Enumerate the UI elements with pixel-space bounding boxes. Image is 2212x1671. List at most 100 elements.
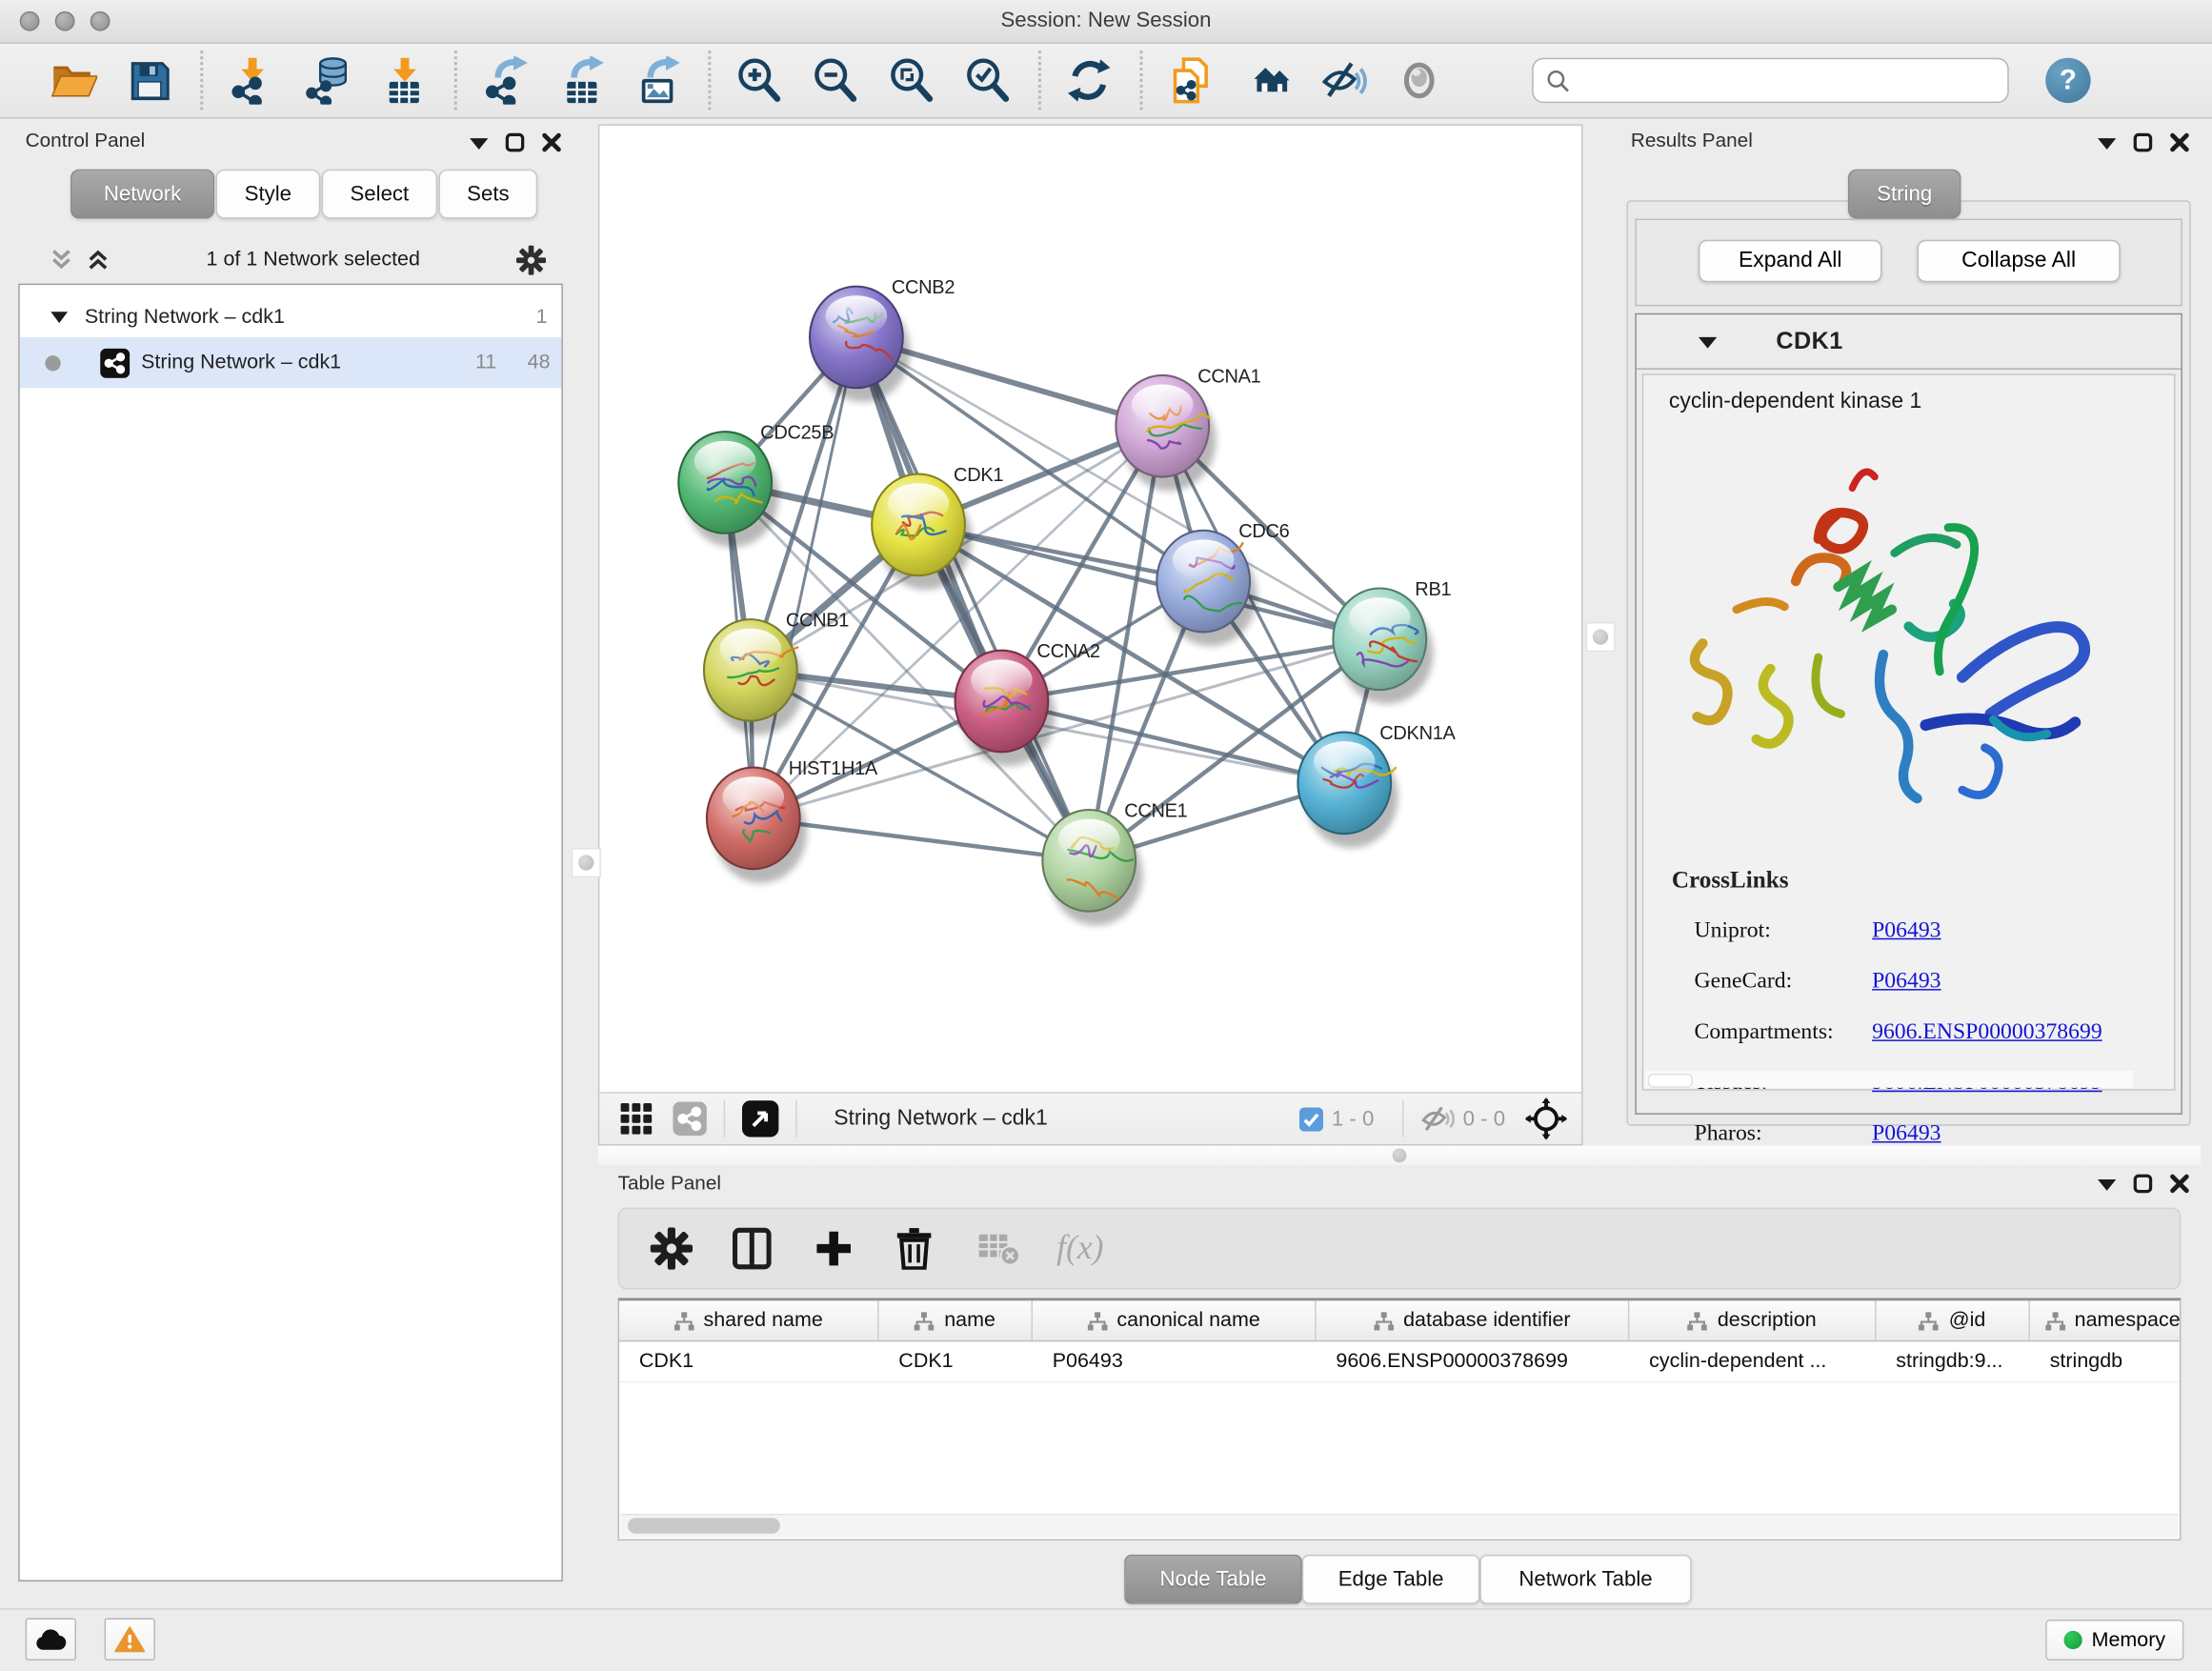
tab-string-results[interactable]: String (1848, 170, 1961, 219)
zoom-out-button[interactable] (806, 50, 868, 111)
memory-button[interactable]: Memory (2045, 1620, 2184, 1661)
apply-style-refresh-button[interactable] (1059, 50, 1121, 111)
zoom-selected-button[interactable] (958, 50, 1020, 111)
grid-thumbnails-icon[interactable] (619, 1102, 654, 1137)
gene-header[interactable]: CDK1 (1637, 314, 2182, 370)
collection-expander-icon[interactable] (50, 311, 68, 323)
cloud-status-button[interactable] (26, 1619, 76, 1661)
network-node-RB1[interactable]: RB1 (1333, 579, 1451, 704)
minimize-window-button[interactable] (55, 11, 75, 31)
tab-sets[interactable]: Sets (439, 170, 538, 219)
zoom-fit-button[interactable] (882, 50, 944, 111)
table-options-button[interactable] (648, 1224, 695, 1272)
export-network-button[interactable] (475, 50, 537, 111)
scrollbar-thumb[interactable] (628, 1518, 780, 1533)
export-image-button[interactable] (628, 50, 690, 111)
show-columns-button[interactable] (730, 1224, 777, 1272)
zoom-in-button[interactable] (730, 50, 792, 111)
crosslink-link[interactable]: P06493 (1872, 918, 1941, 944)
float-panel-icon[interactable] (2133, 132, 2153, 152)
right-splitter-handle[interactable] (1585, 622, 1615, 652)
column-header--id[interactable]: @id (1877, 1300, 2030, 1339)
gene-details-scrollbar[interactable] (1645, 1071, 2133, 1088)
help-button[interactable]: ? (2045, 58, 2090, 103)
network-node-CDKN1A[interactable]: CDKN1A (1297, 723, 1456, 848)
detach-view-icon[interactable] (742, 1100, 779, 1137)
network-canvas[interactable]: CCNB2CCNA1CDC25BCDK1CDC6RB1CCNB1CCNA2CDK… (599, 126, 1581, 1092)
table-cell[interactable]: cyclin-dependent ... (1629, 1341, 1876, 1380)
warnings-button[interactable] (105, 1619, 155, 1661)
column-header-database-identifier[interactable]: database identifier (1317, 1300, 1630, 1339)
network-node-CDK1[interactable]: CDK1 (872, 465, 1003, 590)
string-copy-network-button[interactable] (1161, 50, 1223, 111)
import-network-button[interactable] (221, 50, 283, 111)
collapse-panel-icon[interactable] (2098, 136, 2116, 149)
tab-select[interactable]: Select (322, 170, 437, 219)
close-panel-icon[interactable] (542, 132, 562, 152)
network-node-CCNA1[interactable]: CCNA1 (1116, 366, 1260, 491)
network-node-CCNB2[interactable]: CCNB2 (810, 277, 955, 402)
table-cell[interactable]: CDK1 (879, 1341, 1033, 1380)
table-cell[interactable]: stringdb (2030, 1341, 2181, 1380)
tab-edge-table[interactable]: Edge Table (1302, 1555, 1480, 1604)
crosslink-link[interactable]: P06493 (1872, 969, 1941, 995)
left-splitter-handle[interactable] (572, 848, 601, 877)
expand-all-networks-icon[interactable] (50, 249, 73, 272)
tab-network[interactable]: Network (70, 170, 214, 219)
create-column-button[interactable] (811, 1224, 858, 1272)
function-builder-button[interactable]: f(x) (1056, 1230, 1103, 1268)
network-node-CCNA2[interactable]: CCNA2 (955, 641, 1100, 766)
table-cell[interactable]: 9606.ENSP00000378699 (1317, 1341, 1630, 1380)
table-cell[interactable]: P06493 (1033, 1341, 1317, 1380)
network-node-HIST1H1A[interactable]: HIST1H1A (707, 758, 878, 883)
network-edge[interactable] (856, 337, 1089, 860)
network-collection-row[interactable]: String Network – cdk1 1 (20, 296, 562, 337)
column-header-description[interactable]: description (1629, 1300, 1876, 1339)
hide-unhide-button[interactable] (1314, 50, 1376, 111)
birdseye-crosshair-icon[interactable] (1525, 1097, 1567, 1139)
column-header-namespace[interactable]: namespace (2030, 1300, 2181, 1339)
float-panel-icon[interactable] (2133, 1174, 2153, 1194)
table-horizontal-scrollbar[interactable] (621, 1514, 2179, 1538)
network-edge[interactable] (754, 337, 856, 818)
selected-checkbox-icon[interactable] (1299, 1107, 1323, 1131)
delete-table-button-disabled[interactable] (975, 1224, 1022, 1272)
show-all-networks-button[interactable] (1237, 50, 1299, 111)
column-header-name[interactable]: name (879, 1300, 1033, 1339)
close-panel-icon[interactable] (2170, 132, 2190, 152)
collapse-all-networks-icon[interactable] (86, 249, 110, 272)
table-cell[interactable]: CDK1 (619, 1341, 878, 1380)
delete-column-button[interactable] (893, 1224, 940, 1272)
network-badge-gray-icon[interactable] (673, 1102, 707, 1137)
zoom-window-button[interactable] (90, 11, 111, 31)
network-node-CCNB1[interactable]: CCNB1 (704, 611, 849, 735)
column-header-shared-name[interactable]: shared name (619, 1300, 878, 1339)
export-table-button[interactable] (552, 50, 613, 111)
collapse-panel-icon[interactable] (470, 136, 488, 149)
import-database-button[interactable] (297, 50, 359, 111)
tab-node-table[interactable]: Node Table (1124, 1555, 1302, 1604)
column-header-canonical-name[interactable]: canonical name (1033, 1300, 1317, 1339)
collapse-all-button[interactable]: Collapse All (1917, 240, 2120, 282)
float-panel-icon[interactable] (505, 132, 525, 152)
network-row[interactable]: String Network – cdk1 11 48 (20, 337, 562, 388)
network-options-gear-icon[interactable] (516, 245, 546, 274)
crosslink-link[interactable]: P06493 (1872, 1121, 1941, 1147)
expand-all-button[interactable]: Expand All (1699, 240, 1882, 282)
tab-style[interactable]: Style (216, 170, 321, 219)
save-session-button[interactable] (120, 50, 182, 111)
network-node-CDC6[interactable]: CDC6 (1156, 521, 1289, 646)
table-cell[interactable]: stringdb:9... (1877, 1341, 2030, 1380)
open-session-button[interactable] (44, 50, 106, 111)
close-panel-icon[interactable] (2170, 1174, 2190, 1194)
collapse-panel-icon[interactable] (2098, 1178, 2116, 1190)
horizontal-splitter[interactable] (598, 1145, 2201, 1165)
close-window-button[interactable] (20, 11, 40, 31)
tab-network-table[interactable]: Network Table (1479, 1555, 1691, 1604)
import-table-button[interactable] (373, 50, 435, 111)
search-input[interactable] (1579, 62, 2007, 99)
show-graphics-details-button[interactable] (1390, 50, 1452, 111)
network-node-CCNE1[interactable]: CCNE1 (1042, 800, 1187, 925)
crosslink-link[interactable]: 9606.ENSP00000378699 (1872, 1020, 2102, 1046)
gene-expander-icon[interactable] (1699, 335, 1717, 348)
